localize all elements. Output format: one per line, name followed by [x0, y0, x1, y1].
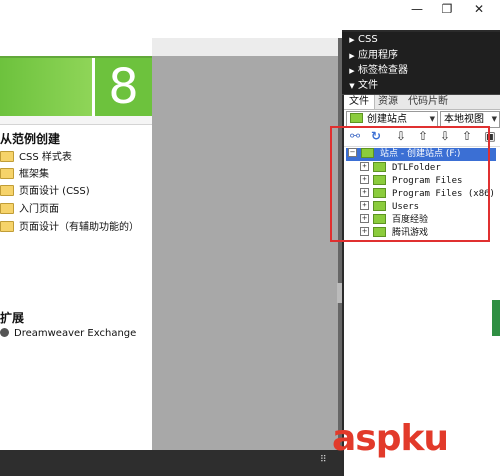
- panel-css[interactable]: ▶ CSS: [342, 32, 500, 49]
- properties-bar: [0, 450, 342, 476]
- start-item-frameset[interactable]: 框架集: [0, 167, 49, 183]
- banner-shadow: [0, 116, 152, 125]
- annotation-highlight-box: [330, 126, 490, 242]
- document-workspace: [152, 56, 338, 450]
- close-button[interactable]: ✕: [464, 0, 494, 18]
- folder-icon: [0, 150, 14, 162]
- banner-graphic: [0, 58, 92, 116]
- folder-icon: [0, 220, 14, 232]
- extend-section-title: 扩展: [0, 311, 25, 325]
- chevron-down-icon: ▼: [429, 115, 435, 123]
- start-item-page-design-accessible[interactable]: 页面设计（有辅助功能的）: [0, 220, 139, 236]
- document-tab-bar: [152, 38, 338, 57]
- side-panel-grip[interactable]: [492, 300, 500, 336]
- folder-icon: [0, 167, 14, 179]
- maximize-button[interactable]: ❐: [432, 0, 462, 18]
- dreamweaver-exchange-link[interactable]: Dreamweaver Exchange: [0, 326, 136, 342]
- tab-snippets[interactable]: 代码片断: [403, 95, 453, 109]
- create-from-samples-title: 从范例创建: [0, 132, 61, 146]
- chevron-down-icon: ▼: [491, 115, 497, 123]
- tab-assets[interactable]: 资源: [375, 95, 401, 109]
- expand-arrow-icon: ▶: [349, 67, 355, 75]
- expand-arrow-icon: ▶: [349, 52, 355, 60]
- start-item-page-design-css[interactable]: 页面设计 (CSS): [0, 184, 90, 200]
- expand-arrow-icon: ▶: [349, 36, 355, 44]
- watermark-subtitle: 免费网站源码下载站: [388, 464, 478, 475]
- watermark: aspku.com 免费网站源码下载站: [326, 418, 500, 476]
- watermark-logo: aspku.com: [332, 418, 475, 459]
- tab-files[interactable]: 文件: [344, 95, 375, 109]
- version-number: 8: [95, 58, 152, 116]
- panel-files[interactable]: ▼ 文件: [342, 78, 500, 95]
- start-item-starter-page[interactable]: 入门页面: [0, 202, 59, 218]
- folder-icon: [0, 184, 14, 196]
- exchange-icon: [0, 327, 9, 337]
- collapse-arrow-icon: ▼: [349, 82, 355, 90]
- site-icon: [350, 113, 363, 123]
- minimize-button[interactable]: —: [402, 0, 432, 18]
- start-item-css-stylesheet[interactable]: CSS 样式表: [0, 150, 72, 166]
- folder-icon: [0, 202, 14, 214]
